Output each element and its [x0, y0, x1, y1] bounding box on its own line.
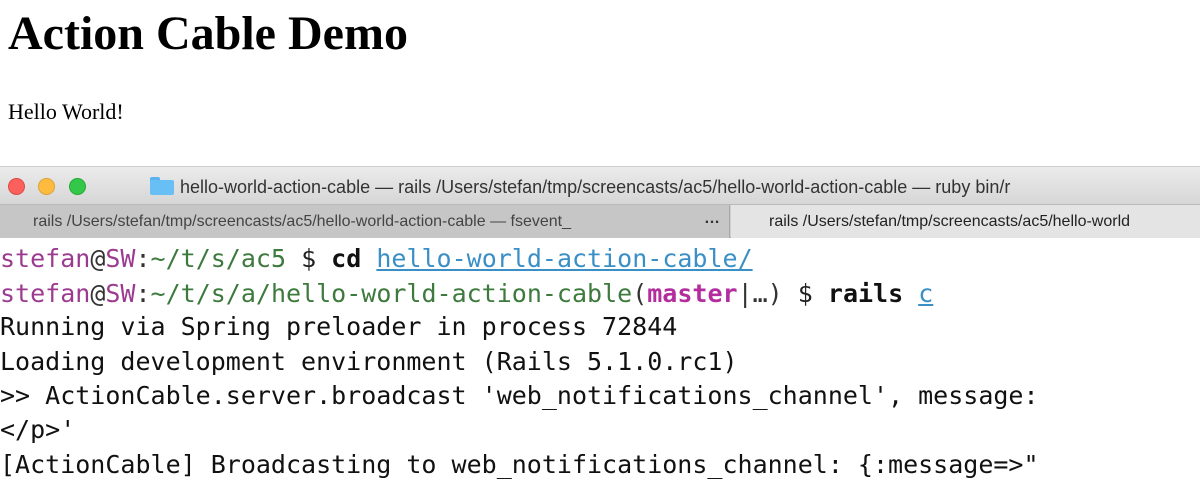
tab-label: rails /Users/stefan/tmp/screencasts/ac5/… — [769, 213, 1131, 230]
minimize-window-button[interactable] — [38, 178, 55, 195]
prompt-host: SW — [105, 279, 136, 308]
terminal-console[interactable]: stefan@SW:~/t/s/ac5 $ cd hello-world-act… — [0, 242, 1200, 488]
tab-overflow-icon[interactable]: … — [704, 210, 720, 228]
zoom-window-button[interactable] — [69, 178, 86, 195]
console-line: stefan@SW:~/t/s/a/hello-world-action-cab… — [0, 277, 933, 311]
tab-rails-console[interactable]: rails /Users/stefan/tmp/screencasts/ac5/… — [731, 205, 1200, 238]
page-title: Action Cable Demo — [8, 7, 408, 60]
terminal-tab-bar: rails /Users/stefan/tmp/screencasts/ac5/… — [0, 204, 1200, 238]
prompt-user: stefan — [0, 244, 91, 273]
directory-link[interactable]: hello-world-action-cable/ — [376, 244, 752, 273]
console-line: stefan@SW:~/t/s/ac5 $ cd hello-world-act… — [0, 242, 753, 276]
command-text: rails — [827, 279, 904, 308]
prompt-colon: : — [135, 279, 151, 308]
prompt-host: SW — [105, 244, 136, 273]
git-branch: master — [647, 279, 738, 308]
page-body-text: Hello World! — [8, 99, 124, 124]
folder-icon — [150, 177, 174, 195]
terminal-window[interactable]: hello-world-action-cable — rails /Users/… — [0, 166, 1200, 488]
console-line: Loading development environment (Rails 5… — [0, 347, 738, 376]
console-line: Running via Spring preloader in process … — [0, 312, 678, 341]
branch-status: |…) — [737, 279, 798, 308]
prompt-at: @ — [90, 244, 106, 273]
window-title: hello-world-action-cable — rails /Users/… — [180, 177, 1011, 197]
console-input-line: >> ActionCable.server.broadcast 'web_not… — [0, 381, 1039, 410]
prompt-at: @ — [90, 279, 106, 308]
command-text: cd — [331, 244, 362, 273]
prompt-path: ~/t/s/ac5 — [150, 244, 287, 273]
terminal-titlebar[interactable]: hello-world-action-cable — rails /Users/… — [0, 166, 1200, 204]
prompt-user: stefan — [0, 279, 91, 308]
prompt-dollar: $ — [797, 279, 828, 308]
close-window-button[interactable] — [8, 178, 25, 195]
console-line: </p>' — [0, 415, 76, 444]
tab-label: rails /Users/stefan/tmp/screencasts/ac5/… — [33, 213, 571, 230]
prompt-path: ~/t/s/a/hello-world-action-cable — [150, 279, 633, 308]
console-line: [ActionCable] Broadcasting to web_notifi… — [0, 450, 1039, 479]
prompt-colon: : — [135, 244, 151, 273]
tab-fsevent[interactable]: rails /Users/stefan/tmp/screencasts/ac5/… — [0, 205, 730, 238]
command-arg-link[interactable]: c — [918, 279, 933, 308]
prompt-dollar: $ — [286, 244, 332, 273]
branch-paren: ( — [632, 279, 648, 308]
